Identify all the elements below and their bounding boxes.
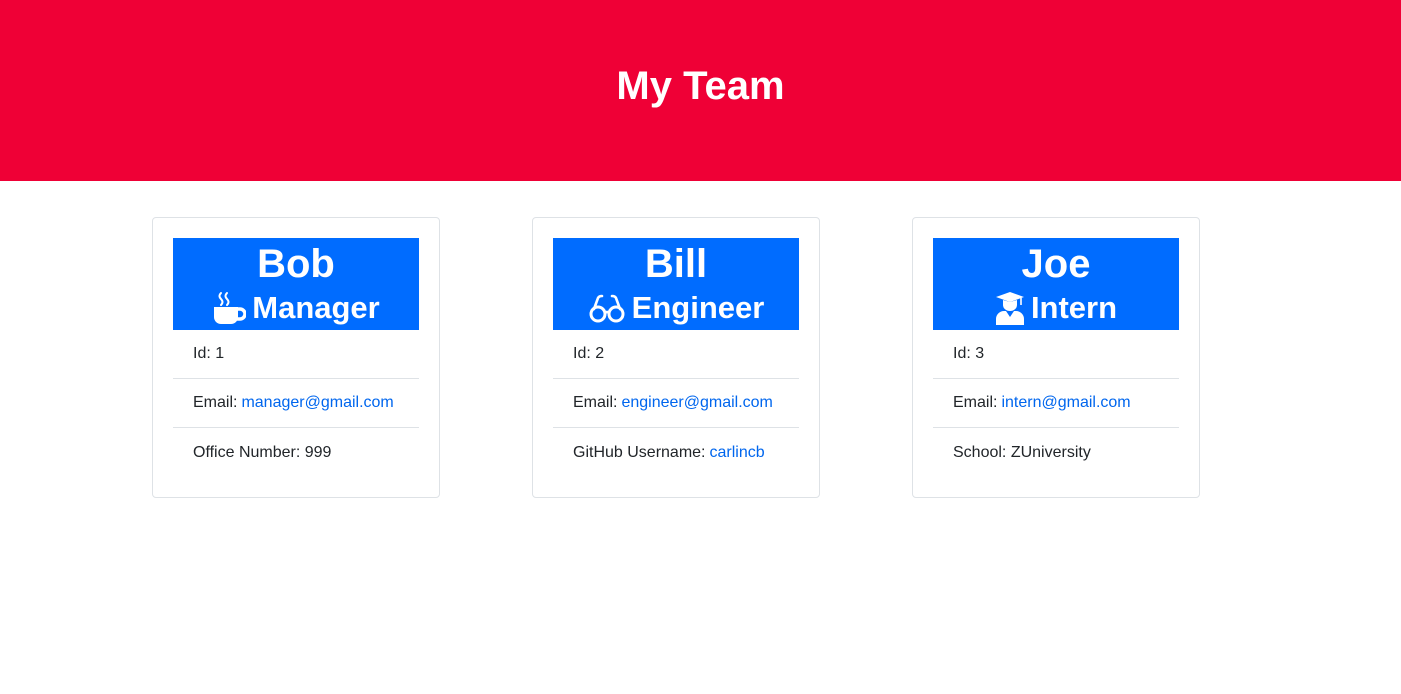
employee-id: Id: 3	[933, 330, 1179, 379]
employee-email-row: Email: engineer@gmail.com	[553, 379, 799, 428]
employee-id-text: Id: 2	[573, 345, 605, 362]
employee-details: Id: 1 Email: manager@gmail.com Office Nu…	[173, 330, 419, 477]
employee-card-engineer: Bill Engineer Id: 2 Email: engineer@gmai…	[532, 217, 820, 498]
employee-details: Id: 2 Email: engineer@gmail.com GitHub U…	[553, 330, 799, 477]
school-row: School: ZUniversity	[933, 428, 1179, 477]
email-link[interactable]: engineer@gmail.com	[621, 394, 772, 412]
github-link[interactable]: carlincb	[710, 444, 765, 462]
card-header: Bob Manager	[173, 238, 419, 330]
page-header: My Team	[0, 0, 1401, 181]
employee-name: Bob	[257, 242, 335, 286]
employee-id-text: Id: 1	[193, 345, 225, 362]
employee-card-intern: Joe Intern Id: 3 Email: intern@gmail.com…	[912, 217, 1200, 498]
page-title: My Team	[616, 64, 785, 108]
employee-id: Id: 2	[553, 330, 799, 379]
school-text: School: ZUniversity	[953, 443, 1091, 461]
employee-name: Bill	[644, 242, 708, 286]
graduate-icon	[995, 292, 1024, 325]
email-link[interactable]: manager@gmail.com	[241, 394, 393, 412]
employee-role: Intern	[995, 289, 1117, 327]
employee-details: Id: 3 Email: intern@gmail.com School: ZU…	[933, 330, 1179, 477]
employee-role: Engineer	[588, 289, 765, 327]
github-row: GitHub Username: carlincb	[553, 428, 799, 477]
employee-role-label: Intern	[1030, 290, 1118, 325]
card-header: Bill Engineer	[553, 238, 799, 330]
employee-card-manager: Bob Manager Id: 1 Email: manager@gmail.c…	[152, 217, 440, 498]
coffee-mug-icon	[214, 292, 247, 324]
card-header: Joe Intern	[933, 238, 1179, 330]
office-number-text: Office Number: 999	[193, 443, 332, 461]
employee-email-row: Email: manager@gmail.com	[173, 379, 419, 428]
employee-id-text: Id: 3	[953, 345, 985, 362]
email-label: Email:	[193, 394, 238, 411]
employee-email-row: Email: intern@gmail.com	[933, 379, 1179, 428]
employee-role-label: Engineer	[631, 290, 765, 325]
email-label: Email:	[953, 394, 998, 411]
email-label: Email:	[573, 394, 618, 411]
employee-role: Manager	[212, 289, 380, 327]
email-link[interactable]: intern@gmail.com	[1001, 394, 1130, 412]
employee-id: Id: 1	[173, 330, 419, 379]
glasses-icon	[589, 294, 625, 323]
github-label: GitHub Username:	[573, 443, 706, 461]
employee-role-label: Manager	[252, 290, 380, 325]
employee-name: Joe	[1021, 242, 1091, 286]
office-number-row: Office Number: 999	[173, 428, 419, 477]
